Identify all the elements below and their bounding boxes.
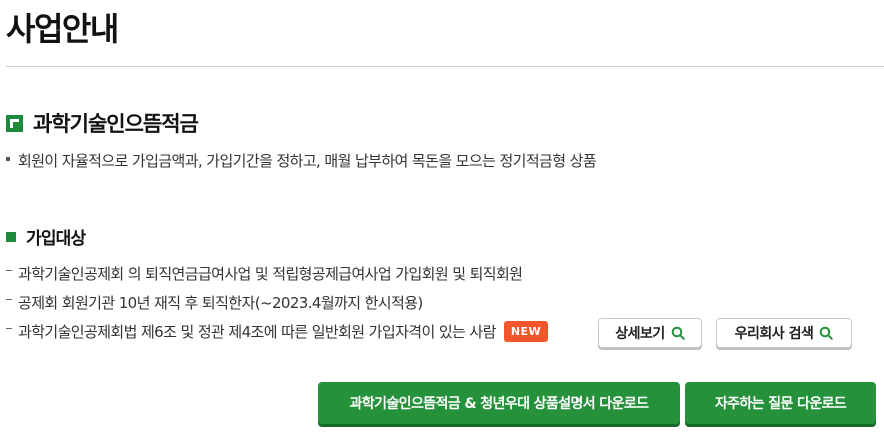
detail-view-button[interactable]: 상세보기 (598, 318, 702, 348)
eligibility-header: 가입대상 (6, 224, 86, 249)
company-search-button[interactable]: 우리회사 검색 (716, 318, 852, 348)
list-item-text: 과학기술인공제회법 제6조 및 정관 제4조에 따른 일반회원 가입자격이 있는… (18, 323, 496, 341)
list-item: 과학기술인공제회 의 퇴직연금급여사업 및 적립형공제급여사업 가입회원 및 퇴… (6, 259, 548, 288)
faq-download-button[interactable]: 자주하는 질문 다운로드 (685, 382, 876, 424)
product-description-text: 회원이 자율적으로 가입금액과, 가입기간을 정하고, 매월 납부하여 목돈을 … (18, 152, 597, 170)
new-badge: NEW (503, 321, 549, 342)
company-search-label: 우리회사 검색 (734, 326, 814, 342)
eligibility-list: 과학기술인공제회 의 퇴직연금급여사업 및 적립형공제급여사업 가입회원 및 퇴… (6, 259, 549, 346)
dash-icon (6, 299, 12, 300)
list-item: 과학기술인공제회법 제6조 및 정관 제4조에 따른 일반회원 가입자격이 있는… (6, 317, 549, 346)
product-description: 회원이 자율적으로 가입금액과, 가입기간을 정하고, 매월 납부하여 목돈을 … (6, 150, 597, 171)
product-header: 과학기술인으뜸적금 (6, 108, 199, 138)
page-title: 사업안내 (6, 10, 119, 48)
product-manual-download-button[interactable]: 과학기술인으뜸적금 & 청년우대 상품설명서 다운로드 (318, 382, 680, 424)
detail-view-label: 상세보기 (615, 326, 665, 342)
bullet-icon (6, 156, 10, 161)
section-square-icon (6, 231, 16, 242)
title-divider (6, 66, 884, 67)
eligibility-title: 가입대상 (26, 229, 86, 249)
search-icon (671, 326, 685, 340)
list-item-text: 과학기술인공제회 의 퇴직연금급여사업 및 적립형공제급여사업 가입회원 및 퇴… (18, 265, 523, 283)
dash-icon (6, 328, 12, 329)
dash-icon (6, 270, 12, 271)
list-item: 공제회 회원기관 10년 재직 후 퇴직한자(~2023.4월까지 한시적용) (6, 288, 548, 317)
search-icon (820, 326, 834, 340)
list-item-text: 공제회 회원기관 10년 재직 후 퇴직한자(~2023.4월까지 한시적용) (18, 294, 423, 312)
product-title: 과학기술인으뜸적금 (33, 112, 199, 136)
product-square-icon (6, 114, 23, 132)
